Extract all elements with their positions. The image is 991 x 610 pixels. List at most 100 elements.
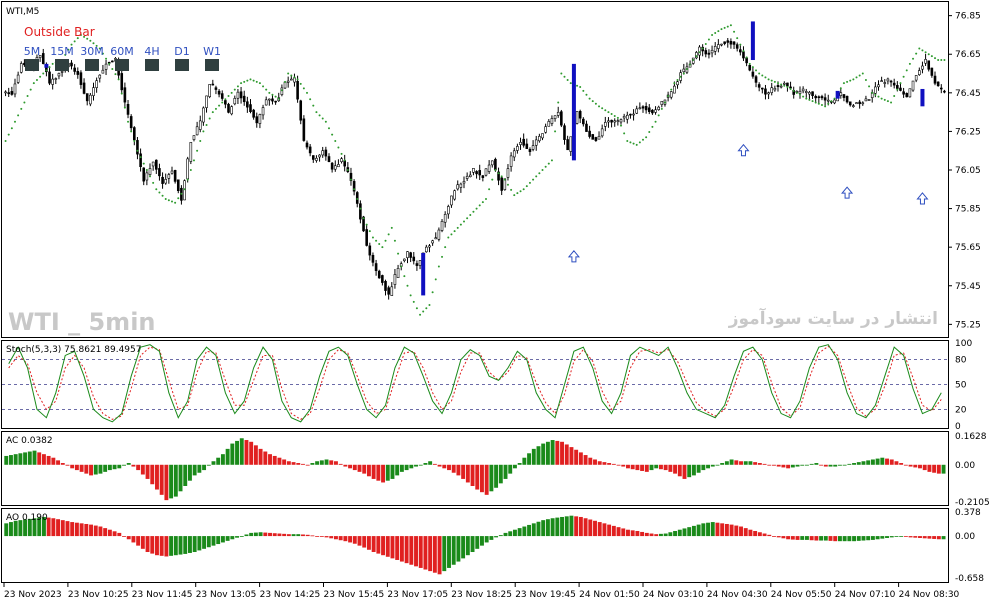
candle-body: [610, 119, 613, 123]
candle-body: [729, 40, 733, 45]
ao-bar: [432, 536, 437, 573]
ao-bar: [155, 536, 159, 556]
psar-dot: [397, 252, 400, 255]
psar-dot: [481, 201, 484, 204]
candle-body: [450, 195, 453, 206]
psar-dot: [403, 275, 406, 278]
candle-body: [151, 161, 155, 167]
psar-dot: [739, 43, 742, 46]
psar-dot: [645, 136, 648, 139]
ao-bar: [230, 536, 235, 540]
psar-dot: [883, 98, 886, 101]
ac-bar: [291, 462, 296, 465]
ac-bar: [894, 461, 899, 465]
psar-dot: [824, 105, 827, 108]
ac-bar: [428, 461, 433, 465]
ao-bar: [903, 536, 908, 537]
psar-dot: [277, 97, 280, 100]
psar-dot: [233, 88, 236, 91]
candle-body: [566, 139, 569, 151]
ac-bar: [757, 463, 762, 465]
ao-bar: [748, 529, 753, 537]
ao-bar: [140, 536, 145, 549]
ac-bar: [626, 464, 630, 469]
ac-bar: [432, 463, 437, 465]
ac-bar: [602, 462, 607, 465]
ac-bar: [4, 455, 9, 465]
psar-dot: [274, 95, 277, 98]
candle-body: [252, 109, 255, 118]
candle-body: [519, 142, 522, 145]
ac-bar: [786, 464, 791, 469]
awesome-pane[interactable]: [4, 515, 946, 575]
ao-bar: [173, 536, 178, 556]
candle-body: [472, 168, 475, 173]
time-tick-label: 23 Nov 11:45: [132, 590, 193, 600]
ac-bar: [569, 447, 574, 465]
candle-body: [682, 68, 686, 73]
candle-body: [930, 67, 934, 76]
ao-bar: [202, 536, 207, 549]
psar-dot: [761, 74, 764, 77]
ac-bar: [272, 455, 277, 465]
psar-dot: [371, 236, 374, 239]
psar-dot: [296, 78, 299, 81]
candle-body: [368, 245, 372, 256]
up-arrow-icon: [567, 250, 580, 263]
psar-dot: [808, 98, 811, 101]
ao-bar: [696, 524, 701, 537]
candle-body: [70, 62, 73, 67]
psar-dot: [695, 55, 698, 58]
ao-bar: [376, 536, 381, 554]
psar-dot: [29, 88, 32, 91]
ac-bar: [687, 464, 692, 478]
accelerator-pane[interactable]: [4, 438, 946, 501]
psar-dot: [874, 93, 877, 96]
ao-bar: [541, 520, 546, 537]
psar-dot: [196, 149, 199, 152]
psar-dot: [243, 80, 246, 83]
ac-bar: [437, 464, 442, 467]
candle-body: [158, 168, 161, 177]
price-axis[interactable]: 76.85 76.65 76.45 76.25 76.05 75.85 75.65 75.45…: [948, 12, 990, 584]
timeframe-label: 15M: [50, 45, 74, 58]
ac-bar: [409, 464, 414, 469]
candle-body: [914, 75, 918, 81]
ac-bar: [805, 464, 809, 466]
ac-bar: [658, 464, 663, 470]
candle-body: [41, 53, 45, 64]
ac-bar: [37, 452, 42, 465]
psar-dot: [525, 185, 528, 188]
candle-body: [48, 71, 51, 84]
psar-dot: [660, 107, 663, 110]
psar-dot: [478, 204, 481, 207]
ao-bar: [84, 523, 89, 537]
ao-bar: [724, 523, 729, 537]
ac-bar: [819, 464, 824, 466]
candle-body: [82, 82, 86, 94]
candle-body: [761, 87, 764, 90]
time-tick-label: 23 Nov 17:05: [387, 590, 448, 600]
psar-dot: [805, 97, 808, 100]
candle-body: [660, 101, 664, 105]
candle-body: [290, 78, 293, 81]
candle-body: [10, 91, 14, 95]
ao-bar: [498, 535, 503, 537]
ac-bar: [169, 464, 174, 499]
candle-body: [111, 60, 114, 63]
candle-body: [613, 120, 617, 123]
candle-body: [195, 126, 199, 136]
time-axis[interactable]: 23 Nov 2023 23 Nov 10:25 23 Nov 11:45 23 No…: [3, 583, 960, 600]
psar-dot: [136, 149, 139, 152]
stochastic-pane[interactable]: [2, 344, 948, 423]
ao-bar: [51, 518, 56, 537]
candle-body: [286, 80, 290, 83]
psar-dot: [334, 140, 337, 143]
candle-body: [569, 136, 573, 152]
candle-body: [16, 74, 20, 83]
ac-bar: [790, 464, 795, 468]
psar-dot: [582, 89, 585, 92]
psar-dot: [701, 47, 704, 50]
psar-dot: [177, 197, 180, 200]
ac-bar: [710, 464, 715, 467]
